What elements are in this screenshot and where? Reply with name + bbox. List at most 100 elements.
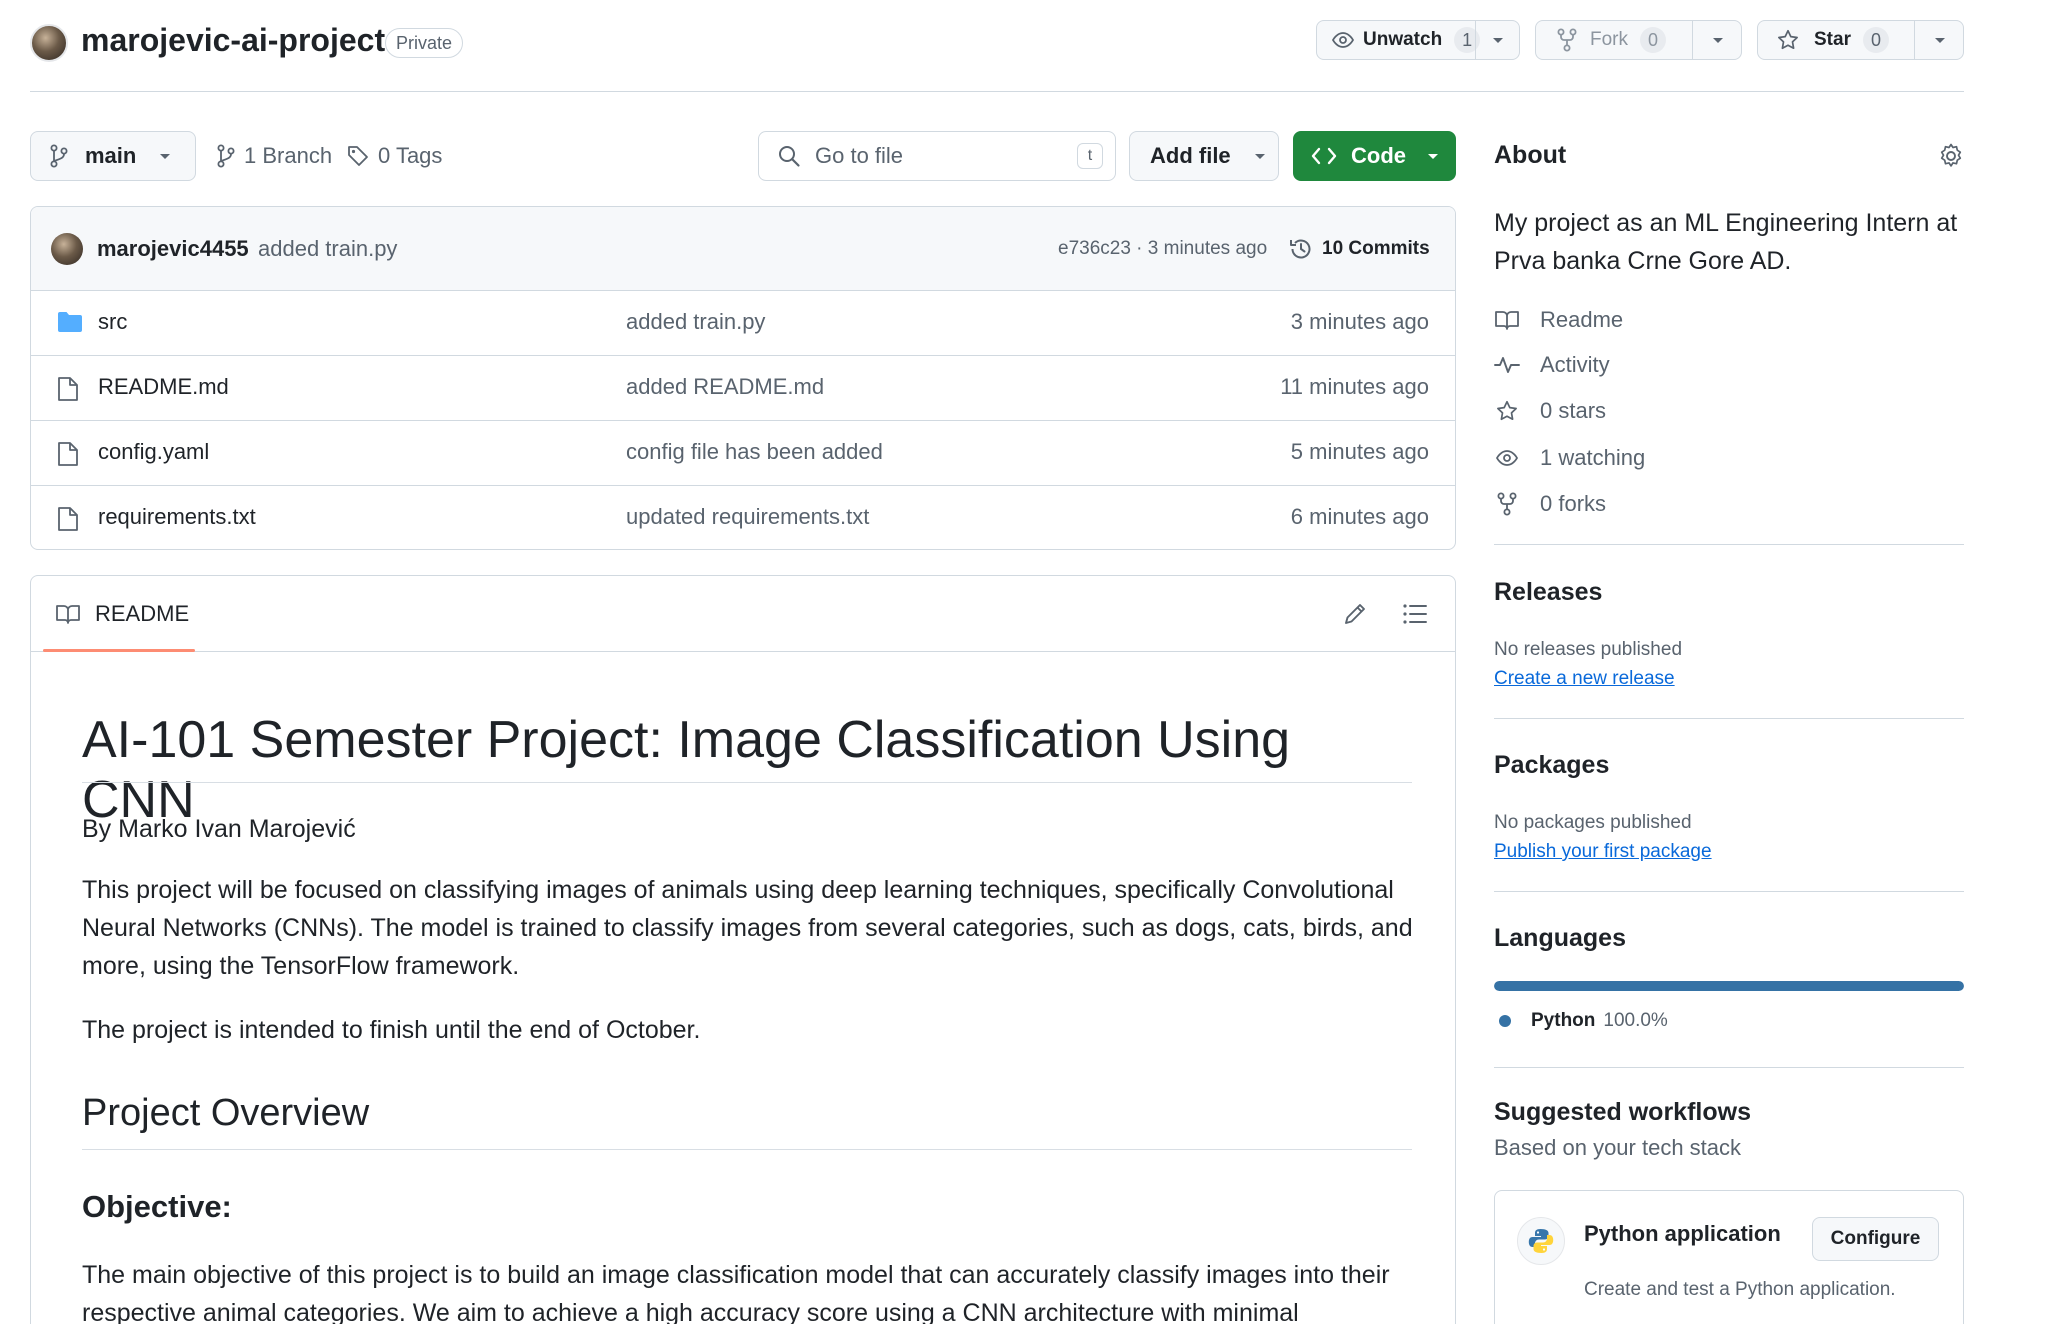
fork-button-group: Fork 0 — [1535, 20, 1742, 60]
add-file-button[interactable]: Add file — [1129, 131, 1279, 181]
current-branch: main — [85, 143, 137, 168]
file-commit-message[interactable]: added train.py — [626, 309, 765, 335]
star-label: Star — [1814, 29, 1851, 50]
readme-objective-paragraph: The main objective of this project is to… — [82, 1261, 1390, 1324]
caret-down-icon — [1253, 151, 1267, 161]
latest-commit-bar: marojevic4455 added train.py e736c23 · 3… — [31, 207, 1455, 291]
branches-link[interactable]: 1 Branch — [216, 140, 332, 172]
eye-icon — [1494, 446, 1520, 470]
file-name[interactable]: src — [98, 309, 127, 335]
eye-icon — [1331, 28, 1355, 52]
workflows-subtitle: Based on your tech stack — [1494, 1135, 1742, 1160]
about-item-label: 1 watching — [1540, 445, 1646, 470]
file-row[interactable]: config.yaml config file has been added 5… — [31, 421, 1455, 486]
repo-header: marojevic-ai-project Private Unwatch 1 F… — [0, 0, 2048, 92]
code-button[interactable]: Code — [1293, 131, 1456, 181]
branches-count: 1 Branch — [244, 143, 333, 168]
file-icon — [57, 441, 79, 467]
star-icon — [1776, 28, 1800, 52]
workflow-title[interactable]: Python application — [1584, 1221, 1781, 1247]
caret-down-icon — [158, 151, 172, 161]
releases-heading[interactable]: Releases — [1494, 578, 1602, 607]
gear-icon[interactable] — [1937, 142, 1965, 170]
go-to-file-input[interactable]: Go to file t — [758, 131, 1116, 181]
add-file-label: Add file — [1150, 143, 1231, 168]
commit-hash-time[interactable]: e736c23 · 3 minutes ago — [1058, 238, 1267, 260]
sidebar-divider — [1494, 544, 1964, 545]
star-button[interactable]: Star 0 — [1758, 21, 1914, 59]
file-name[interactable]: config.yaml — [98, 439, 209, 465]
about-item-label: Activity — [1540, 352, 1610, 377]
packages-heading[interactable]: Packages — [1494, 751, 1609, 780]
book-icon — [1494, 309, 1520, 331]
readme-section-heading: Project Overview — [82, 1092, 370, 1134]
readme-intro-paragraph: This project will be focused on classify… — [82, 876, 1413, 980]
workflow-card: Python application Configure Create and … — [1494, 1190, 1964, 1324]
about-forks-link[interactable]: 0 forks — [1494, 489, 1606, 519]
readme-subsection-heading: Objective: — [82, 1189, 232, 1224]
file-time: 6 minutes ago — [1290, 504, 1429, 529]
h1-rule — [82, 782, 1412, 783]
commits-count: 10 Commits — [1322, 238, 1430, 259]
outline-list-icon[interactable] — [1401, 600, 1429, 628]
author-avatar[interactable] — [51, 233, 83, 265]
file-commit-message[interactable]: added README.md — [626, 374, 824, 400]
about-readme-link[interactable]: Readme — [1494, 305, 1623, 335]
python-logo-icon — [1517, 1217, 1565, 1265]
star-dropdown-button[interactable] — [1915, 21, 1964, 59]
configure-button[interactable]: Configure — [1812, 1217, 1939, 1261]
file-time: 11 minutes ago — [1280, 374, 1429, 399]
owner-avatar[interactable] — [30, 24, 68, 62]
about-heading: About — [1494, 141, 1567, 169]
fork-count: 0 — [1640, 27, 1666, 53]
unwatch-button[interactable]: Unwatch 1 — [1317, 21, 1481, 59]
sidebar-divider — [1494, 718, 1964, 719]
file-name[interactable]: requirements.txt — [98, 504, 256, 530]
branch-icon — [216, 144, 236, 168]
file-icon — [57, 376, 79, 402]
star-count: 0 — [1862, 27, 1889, 53]
tags-link[interactable]: 0 Tags — [346, 140, 442, 172]
repo-name[interactable]: marojevic-ai-project — [81, 22, 385, 59]
file-name[interactable]: README.md — [98, 374, 229, 400]
sidebar-divider — [1494, 1067, 1964, 1068]
caret-down-icon — [1426, 151, 1440, 161]
tag-icon — [346, 144, 370, 168]
sidebar-divider — [1494, 891, 1964, 892]
branch-select-button[interactable]: main — [30, 131, 196, 181]
about-item-label: Readme — [1540, 307, 1624, 332]
watch-dropdown-button[interactable] — [1476, 21, 1520, 59]
file-row[interactable]: README.md added README.md 11 minutes ago — [31, 356, 1455, 421]
language-percent: 100.0% — [1603, 1010, 1668, 1031]
star-icon — [1494, 399, 1520, 423]
publish-package-link[interactable]: Publish your first package — [1494, 841, 1712, 863]
shortcut-hint: t — [1077, 143, 1103, 169]
pencil-icon[interactable] — [1341, 600, 1369, 628]
fork-dropdown-button[interactable] — [1693, 21, 1742, 59]
about-watching-link[interactable]: 1 watching — [1494, 443, 1645, 473]
commit-message[interactable]: added train.py — [258, 236, 397, 262]
caret-down-icon — [1491, 35, 1505, 45]
file-commit-message[interactable]: config file has been added — [626, 439, 883, 465]
caret-down-icon — [1711, 35, 1725, 45]
file-row[interactable]: requirements.txt updated requirements.tx… — [31, 486, 1455, 549]
language-bar-track — [1494, 981, 1964, 991]
languages-heading: Languages — [1494, 924, 1626, 952]
fork-label: Fork — [1590, 29, 1628, 50]
create-release-link[interactable]: Create a new release — [1494, 668, 1675, 690]
file-row[interactable]: src added train.py 3 minutes ago — [31, 291, 1455, 356]
tags-count: 0 Tags — [378, 143, 443, 168]
file-time: 3 minutes ago — [1290, 309, 1429, 334]
active-tab-indicator — [43, 649, 195, 652]
file-icon — [57, 506, 79, 532]
language-python-entry[interactable]: Python 100.0% — [1499, 1008, 1668, 1034]
about-stars-link[interactable]: 0 stars — [1494, 396, 1606, 426]
language-name: Python — [1531, 1010, 1596, 1031]
go-to-file-placeholder: Go to file — [815, 143, 904, 168]
fork-button[interactable]: Fork 0 — [1536, 21, 1692, 59]
commit-author[interactable]: marojevic4455 — [97, 236, 249, 262]
file-commit-message[interactable]: updated requirements.txt — [626, 504, 869, 530]
about-activity-link[interactable]: Activity — [1494, 350, 1610, 380]
readme-tab[interactable]: README — [55, 598, 189, 630]
commits-link[interactable]: 10 Commits — [1288, 233, 1430, 265]
